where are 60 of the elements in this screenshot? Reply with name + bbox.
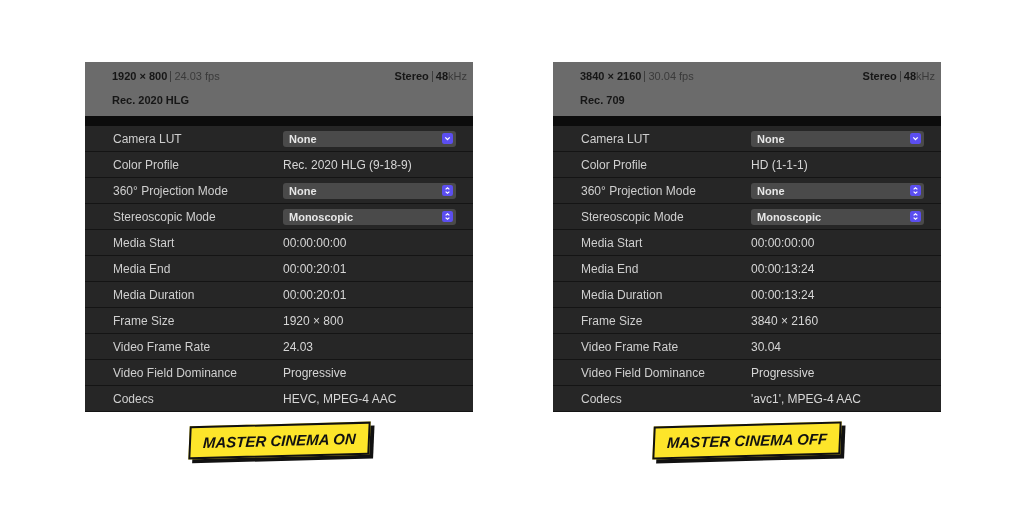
dropdown[interactable]: Monoscopic xyxy=(751,208,924,225)
property-label: 360° Projection Mode xyxy=(112,183,229,198)
property-value: 00:00:13:24 xyxy=(751,261,815,276)
color-space-text: Rec. 2020 HLG xyxy=(112,94,191,106)
property-label: Media Start xyxy=(112,235,176,250)
property-value: 'avc1', MPEG-4 AAC xyxy=(751,391,861,406)
property-label: Camera LUT xyxy=(112,131,183,146)
resolution-text: 1920 × 800 xyxy=(112,70,168,82)
property-value: 3840 × 2160 xyxy=(751,313,819,328)
property-value: 00:00:13:24 xyxy=(751,287,815,302)
property-label: Media Duration xyxy=(112,287,196,302)
resolution-text: 3840 × 2160 xyxy=(580,70,642,82)
property-label: Video Field Dominance xyxy=(112,365,238,380)
property-label: Color Profile xyxy=(112,157,181,172)
color-space-text: Rec. 709 xyxy=(580,94,626,106)
property-value: 00:00:00:00 xyxy=(283,235,347,250)
property-label: Codecs xyxy=(580,391,623,406)
up-down-chevron-icon xyxy=(910,211,921,222)
property-value: Progressive xyxy=(283,365,347,380)
property-value: 30.04 xyxy=(751,339,782,354)
property-label: Video Field Dominance xyxy=(580,365,706,380)
property-value: 00:00:20:01 xyxy=(283,261,347,276)
property-value: HD (1-1-1) xyxy=(751,157,808,172)
dropdown[interactable]: None xyxy=(283,130,456,147)
property-label: Media Start xyxy=(580,235,644,250)
property-value: 00:00:00:00 xyxy=(751,235,815,250)
sample-rate-text: 48kHz xyxy=(431,70,467,82)
audio-text: Stereo xyxy=(862,70,897,82)
property-label: Stereoscopic Mode xyxy=(580,209,685,224)
property-value: 1920 × 800 xyxy=(283,313,344,328)
property-value: 24.03 xyxy=(283,339,314,354)
chevron-down-icon xyxy=(910,133,921,144)
dropdown[interactable]: None xyxy=(751,130,924,147)
property-label: Codecs xyxy=(112,391,155,406)
dropdown[interactable]: None xyxy=(751,182,924,199)
chevron-down-icon xyxy=(442,133,453,144)
property-label: Frame Size xyxy=(580,313,644,328)
property-label: Video Frame Rate xyxy=(112,339,212,354)
property-value: HEVC, MPEG-4 AAC xyxy=(283,391,397,406)
up-down-chevron-icon xyxy=(910,185,921,196)
property-label: Frame Size xyxy=(112,313,176,328)
property-label: Media Duration xyxy=(580,287,664,302)
property-value: 00:00:20:01 xyxy=(283,287,347,302)
property-value: Rec. 2020 HLG (9-18-9) xyxy=(283,157,412,172)
property-label: Media End xyxy=(112,261,172,276)
property-label: Color Profile xyxy=(580,157,649,172)
sample-rate-text: 48kHz xyxy=(899,70,935,82)
caption-banner: MASTER CINEMA ON xyxy=(187,421,371,460)
property-label: 360° Projection Mode xyxy=(580,183,697,198)
up-down-chevron-icon xyxy=(442,185,453,196)
property-label: Camera LUT xyxy=(580,131,651,146)
caption-banner: MASTER CINEMA OFF xyxy=(652,421,842,460)
dropdown[interactable]: Monoscopic xyxy=(283,208,456,225)
dropdown[interactable]: None xyxy=(283,182,456,199)
property-label: Video Frame Rate xyxy=(580,339,680,354)
property-label: Stereoscopic Mode xyxy=(112,209,217,224)
property-label: Media End xyxy=(580,261,640,276)
property-value: Progressive xyxy=(751,365,815,380)
up-down-chevron-icon xyxy=(442,211,453,222)
audio-text: Stereo xyxy=(394,70,429,82)
